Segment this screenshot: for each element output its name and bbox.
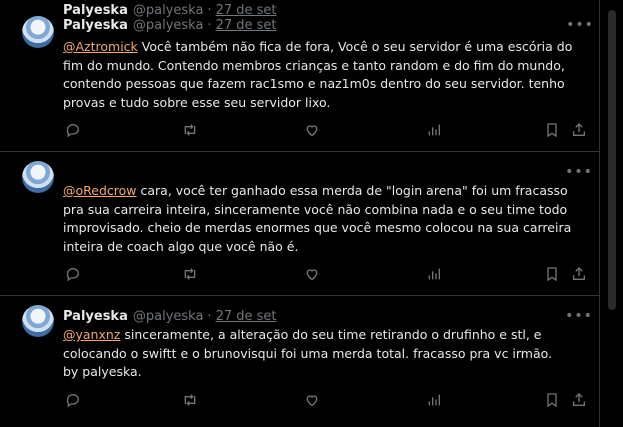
tweet-date[interactable]: 27 de set	[216, 3, 277, 18]
tweet-date[interactable]: 27 de set	[216, 309, 277, 324]
separator: ·	[207, 308, 212, 324]
heart-icon[interactable]	[302, 390, 322, 410]
tweet-actions	[0, 390, 600, 410]
bookmark-icon[interactable]	[542, 120, 562, 140]
author-handle[interactable]: @palyeska	[133, 3, 204, 18]
share-icon[interactable]	[569, 120, 589, 140]
share-icon[interactable]	[569, 264, 589, 284]
views-icon[interactable]	[424, 264, 444, 284]
avatar[interactable]	[22, 161, 54, 193]
avatar[interactable]	[22, 305, 54, 337]
mention-link[interactable]: @yanxnz	[63, 327, 120, 342]
more-icon[interactable]: •••	[565, 162, 592, 182]
scrollbar-thumb[interactable]	[608, 10, 616, 310]
tweet-body: cara, você ter ganhado essa merda de "lo…	[63, 183, 572, 254]
author-name[interactable]: Palyeska	[63, 309, 128, 324]
share-icon[interactable]	[569, 390, 589, 410]
more-icon[interactable]: •••	[565, 306, 592, 326]
reply-icon[interactable]	[63, 390, 83, 410]
tweet-header: Palyeska @palyeska · 27 de set	[63, 0, 277, 20]
heart-icon[interactable]	[302, 120, 322, 140]
tweet[interactable]: Palyeska @palyeska · 27 de set ••• @Aztr…	[0, 0, 600, 152]
tweet-header: Palyeska @palyeska · 27 de set	[63, 306, 277, 326]
views-icon[interactable]	[424, 120, 444, 140]
more-icon[interactable]: •••	[566, 15, 593, 35]
avatar[interactable]	[22, 16, 54, 48]
mention-link[interactable]: @Aztromick	[63, 39, 138, 54]
tweet-text: @yanxnz sinceramente, a alteração do seu…	[63, 326, 591, 382]
bookmark-icon[interactable]	[542, 264, 562, 284]
tweet-body: sinceramente, a alteração do seu time re…	[63, 327, 553, 361]
mention-link[interactable]: @oRedcrow	[63, 183, 137, 198]
bookmark-icon[interactable]	[542, 390, 562, 410]
reply-icon[interactable]	[63, 264, 83, 284]
retweet-icon[interactable]	[180, 120, 200, 140]
author-handle[interactable]: @palyeska	[133, 309, 204, 324]
tweet-text: @oRedcrow cara, você ter ganhado essa me…	[63, 182, 591, 256]
tweet-actions	[0, 264, 600, 284]
tweet-text: @Aztromick Você também não fica de fora,…	[63, 38, 591, 112]
tweet-actions	[0, 120, 600, 140]
retweet-icon[interactable]	[180, 264, 200, 284]
tweet-body: Você também não fica de fora, Você o seu…	[63, 39, 573, 110]
timeline-feed: Palyeska @palyeska · 27 de set ••• @Aztr…	[0, 0, 600, 427]
author-name[interactable]: Palyeska	[63, 3, 128, 18]
heart-icon[interactable]	[302, 264, 322, 284]
scrollbar[interactable]	[601, 0, 623, 427]
tweet-signature: by palyeska.	[63, 364, 142, 379]
retweet-icon[interactable]	[180, 390, 200, 410]
reply-icon[interactable]	[63, 120, 83, 140]
separator: ·	[207, 2, 212, 18]
views-icon[interactable]	[424, 390, 444, 410]
